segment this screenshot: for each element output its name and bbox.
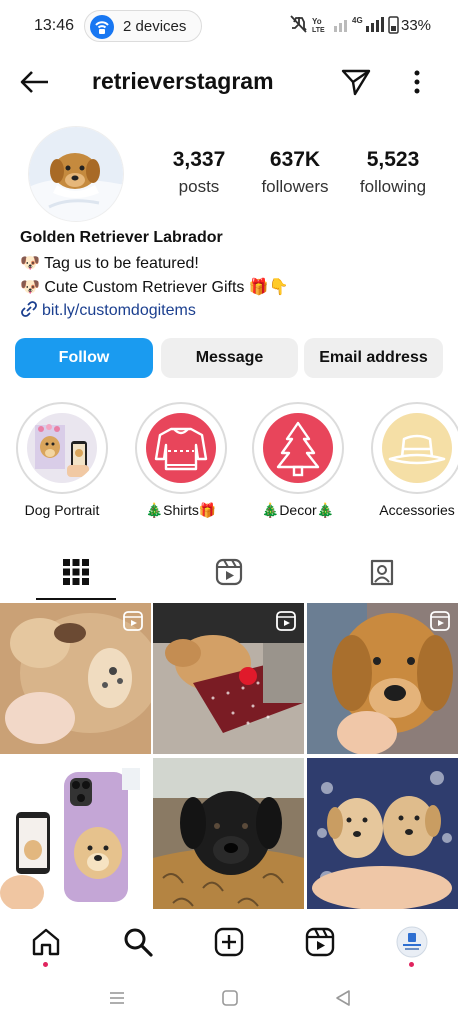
arrow-left-icon xyxy=(20,71,48,93)
notification-dot xyxy=(43,962,48,967)
reel-badge-icon xyxy=(123,611,143,631)
following-stat[interactable]: 5,523 following xyxy=(354,148,432,197)
bio-line-1: 🐶 Tag us to be featured! xyxy=(20,255,199,272)
tab-tagged[interactable] xyxy=(306,548,458,598)
svg-text:Yo: Yo xyxy=(312,17,322,26)
bottom-navigation xyxy=(0,912,458,974)
grid-icon xyxy=(63,559,89,585)
tab-grid[interactable] xyxy=(0,548,152,598)
svg-text:LTE: LTE xyxy=(312,27,325,34)
profile-header: retrieverstagram xyxy=(0,58,458,106)
post-thumbnail[interactable] xyxy=(0,758,151,909)
highlight-label: Dog Portrait xyxy=(24,502,100,518)
active-tab-indicator xyxy=(36,598,116,600)
highlight-label: 🎄Decor🎄 xyxy=(261,502,335,518)
following-count: 5,523 xyxy=(366,148,420,171)
followers-stat[interactable]: 637K followers xyxy=(254,148,336,197)
highlight-label: Accessories xyxy=(379,502,455,518)
profile-username: retrieverstagram xyxy=(92,68,274,94)
bio-link-text: bit.ly/customdogitems xyxy=(42,302,196,319)
posts-stat[interactable]: 3,337 posts xyxy=(168,148,230,197)
post-thumbnail[interactable] xyxy=(153,603,304,754)
reel-badge-icon xyxy=(430,611,450,631)
tab-reels[interactable] xyxy=(153,548,305,598)
nav-create[interactable] xyxy=(213,926,245,958)
message-button[interactable]: Message xyxy=(161,338,298,378)
highlight-cover xyxy=(146,413,216,483)
paper-plane-icon xyxy=(341,69,371,96)
followers-label: followers xyxy=(261,177,329,196)
highlight-cover xyxy=(27,413,97,483)
hat-icon xyxy=(388,434,446,465)
mute-icon xyxy=(290,15,307,33)
more-vertical-icon xyxy=(414,70,420,94)
recents-icon[interactable] xyxy=(108,989,126,1012)
highlight-label: 🎄Shirts🎁 xyxy=(145,502,217,518)
posts-count: 3,337 xyxy=(172,148,226,171)
profile-avatar[interactable] xyxy=(28,126,124,222)
following-label: following xyxy=(359,177,427,196)
add-post-icon xyxy=(214,927,244,957)
post-thumbnail[interactable] xyxy=(153,758,304,909)
wifi-share-icon xyxy=(90,15,114,39)
link-icon xyxy=(20,301,38,317)
email-address-button[interactable]: Email address xyxy=(304,338,443,378)
post-thumbnail[interactable] xyxy=(307,758,458,909)
bio-line-2: 🐶 Cute Custom Retriever Gifts 🎁👇 xyxy=(20,279,289,296)
nav-profile[interactable] xyxy=(396,926,428,967)
share-button[interactable] xyxy=(340,66,372,98)
bio-link[interactable]: bit.ly/customdogitems xyxy=(20,301,440,325)
nav-search[interactable] xyxy=(122,926,154,958)
reel-badge-icon xyxy=(276,611,296,631)
highlight-cover xyxy=(382,413,452,483)
christmas-tree-icon xyxy=(276,421,320,477)
posts-label: posts xyxy=(178,177,220,196)
profile-bio: Golden Retriever Labrador 🐶 Tag us to be… xyxy=(20,229,440,325)
follow-button[interactable]: Follow xyxy=(15,338,153,378)
tagged-user-icon xyxy=(370,559,394,586)
sweater-icon xyxy=(154,427,208,471)
reels-icon xyxy=(215,558,243,586)
battery-percent: 33% xyxy=(401,17,432,34)
status-time: 13:46 xyxy=(34,17,75,34)
posts-grid xyxy=(0,603,458,909)
home-icon xyxy=(32,928,60,956)
home-button-icon[interactable] xyxy=(221,989,239,1012)
back-button[interactable] xyxy=(18,66,52,98)
back-triangle-icon[interactable] xyxy=(334,989,352,1012)
highlight-cover xyxy=(263,413,333,483)
profile-avatar-icon xyxy=(396,926,428,958)
profile-display-name: Golden Retriever Labrador xyxy=(20,229,223,246)
notification-dot xyxy=(409,962,414,967)
reels-icon xyxy=(305,927,335,957)
post-thumbnail[interactable] xyxy=(0,603,151,754)
devices-label: 2 devices xyxy=(123,18,187,35)
followers-count: 637K xyxy=(269,148,321,171)
status-icons: Yo LTE 4G xyxy=(290,14,400,36)
search-icon xyxy=(124,928,153,957)
nav-reels[interactable] xyxy=(304,926,336,958)
svg-text:4G: 4G xyxy=(352,16,363,25)
system-navigation-bar xyxy=(0,975,458,1024)
connected-devices-pill[interactable]: 2 devices xyxy=(84,10,202,42)
status-bar: 13:46 2 devices Yo LTE 4G 33% xyxy=(0,0,458,52)
nav-home[interactable] xyxy=(30,926,62,967)
post-thumbnail[interactable] xyxy=(307,603,458,754)
more-options-button[interactable] xyxy=(404,66,430,98)
profile-tabs xyxy=(0,548,458,600)
